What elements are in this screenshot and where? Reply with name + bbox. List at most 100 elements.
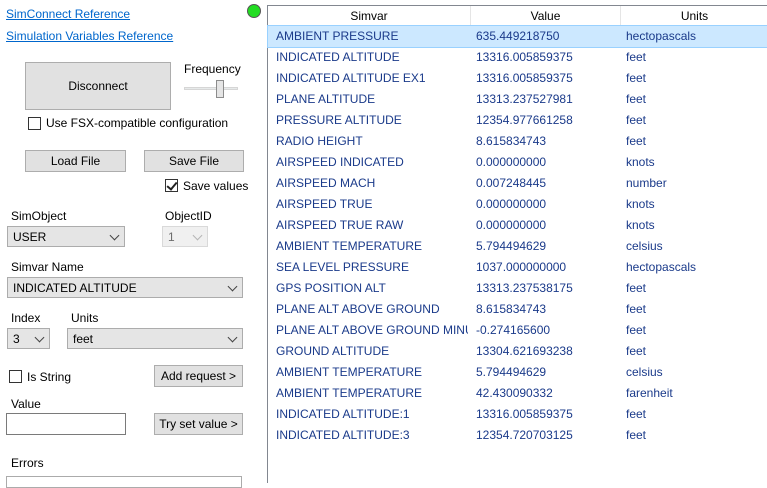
cell-units: feet <box>626 71 647 85</box>
cell-value: 5.794494629 <box>476 365 547 379</box>
index-label: Index <box>11 311 41 325</box>
save-values-checkbox[interactable] <box>165 179 178 192</box>
column-header-simvar[interactable]: Simvar <box>268 6 471 26</box>
errors-label: Errors <box>11 456 44 470</box>
table-row[interactable]: RADIO HEIGHT 8.615834743 feet <box>268 131 767 152</box>
table-row[interactable]: INDICATED ALTITUDE 13316.005859375 feet <box>268 47 767 68</box>
cell-simvar: AIRSPEED INDICATED <box>276 155 404 169</box>
table-row[interactable]: AMBIENT PRESSURE 635.449218750 hectopascal… <box>267 25 767 48</box>
table-row[interactable]: PRESSURE ALTITUDE 12354.977661258 feet <box>268 110 767 131</box>
chevron-down-icon <box>192 230 203 240</box>
table-row[interactable]: INDICATED ALTITUDE:3 12354.720703125 feet <box>268 425 767 446</box>
table-row[interactable]: INDICATED ALTITUDE:1 13316.005859375 feet <box>268 404 767 425</box>
chevron-down-icon <box>227 281 238 291</box>
frequency-slider-thumb[interactable] <box>216 80 224 98</box>
fsx-config-checkbox[interactable] <box>28 117 41 130</box>
units-select[interactable]: feet <box>67 328 243 349</box>
cell-value: 13313.237538175 <box>476 281 573 295</box>
column-header-value[interactable]: Value <box>471 6 621 26</box>
cell-simvar: PRESSURE ALTITUDE <box>276 113 402 127</box>
table-row[interactable]: PLANE ALT ABOVE GROUND 8.615834743 feet <box>268 299 767 320</box>
column-header-units[interactable]: Units <box>621 6 767 26</box>
cell-units: feet <box>626 134 647 148</box>
cell-simvar: GPS POSITION ALT <box>276 281 386 295</box>
table-row[interactable]: AMBIENT TEMPERATURE 42.430090332 farenheit <box>268 383 767 404</box>
cell-units: feet <box>626 50 647 64</box>
simobject-label: SimObject <box>11 209 67 223</box>
frequency-label: Frequency <box>184 62 241 76</box>
try-set-value-button[interactable]: Try set value > <box>154 413 243 435</box>
cell-units: feet <box>626 428 647 442</box>
index-value: 3 <box>13 331 20 346</box>
cell-simvar: PLANE ALTITUDE <box>276 92 376 106</box>
cell-value: 0.000000000 <box>476 155 547 169</box>
index-select[interactable]: 3 <box>7 328 50 349</box>
cell-simvar: AIRSPEED MACH <box>276 176 376 190</box>
cell-units: feet <box>626 407 647 421</box>
table-row[interactable]: GROUND ALTITUDE 13304.621693238 feet <box>268 341 767 362</box>
simvar-grid[interactable]: Simvar Value Units AMBIENT PRESSURE 635.4… <box>267 5 767 483</box>
simobject-select[interactable]: USER <box>7 226 125 247</box>
cell-value: 13316.005859375 <box>476 71 573 85</box>
cell-units: feet <box>626 302 647 316</box>
table-row[interactable]: PLANE ALTITUDE 13313.237527981 feet <box>268 89 767 110</box>
fsx-config-label: Use FSX-compatible configuration <box>46 116 229 130</box>
cell-value: 12354.720703125 <box>476 428 573 442</box>
chevron-down-icon <box>227 332 238 342</box>
cell-simvar: RADIO HEIGHT <box>276 134 363 148</box>
table-row[interactable]: GPS POSITION ALT 13313.237538175 feet <box>268 278 767 299</box>
cell-value: 8.615834743 <box>476 302 547 316</box>
cell-value: 13316.005859375 <box>476 407 573 421</box>
table-row[interactable]: INDICATED ALTITUDE EX1 13316.005859375 fee… <box>268 68 767 89</box>
cell-value: 0.000000000 <box>476 218 547 232</box>
units-label: Units <box>71 311 99 325</box>
simvar-name-value: INDICATED ALTITUDE <box>13 280 137 295</box>
table-row[interactable]: AIRSPEED TRUE 0.000000000 knots <box>268 194 767 215</box>
table-row[interactable]: PLANE ALT ABOVE GROUND MINUS -0.274165600… <box>268 320 767 341</box>
cell-simvar: PLANE ALT ABOVE GROUND MINUS <box>276 323 468 337</box>
cell-units: hectopascals <box>626 29 697 43</box>
table-row[interactable]: AMBIENT TEMPERATURE 5.794494629 celsius <box>268 236 767 257</box>
cell-simvar: AMBIENT TEMPERATURE <box>276 365 423 379</box>
is-string-checkbox[interactable] <box>9 370 22 383</box>
cell-value: 635.449218750 <box>476 29 560 43</box>
cell-value: 8.615834743 <box>476 134 547 148</box>
table-row[interactable]: AIRSPEED MACH 0.007248445 number <box>268 173 767 194</box>
load-file-button[interactable]: Load File <box>25 150 126 172</box>
cell-value: 0.000000000 <box>476 197 547 211</box>
save-file-button[interactable]: Save File <box>144 150 244 172</box>
cell-simvar: INDICATED ALTITUDE <box>276 50 400 64</box>
cell-simvar: AMBIENT PRESSURE <box>276 29 399 43</box>
chevron-down-icon <box>34 332 45 342</box>
simobject-value: USER <box>13 229 47 244</box>
cell-value: 42.430090332 <box>476 386 553 400</box>
cell-units: celsius <box>626 239 663 253</box>
table-row[interactable]: SEA LEVEL PRESSURE 1037.000000000 hectopas… <box>268 257 767 278</box>
frequency-slider[interactable] <box>184 80 238 98</box>
cell-simvar: AIRSPEED TRUE <box>276 197 373 211</box>
cell-simvar: AMBIENT TEMPERATURE <box>276 386 423 400</box>
cell-simvar: PLANE ALT ABOVE GROUND <box>276 302 440 316</box>
value-input[interactable] <box>6 413 126 435</box>
cell-units: knots <box>626 155 655 169</box>
table-row[interactable]: AIRSPEED INDICATED 0.000000000 knots <box>268 152 767 173</box>
cell-units: knots <box>626 218 655 232</box>
cell-value: 13304.621693238 <box>476 344 573 358</box>
cell-units: feet <box>626 92 647 106</box>
table-row[interactable]: AMBIENT TEMPERATURE 5.794494629 celsius <box>268 362 767 383</box>
cell-simvar: INDICATED ALTITUDE:3 <box>276 428 410 442</box>
simconnect-reference-link[interactable]: SimConnect Reference <box>6 7 130 21</box>
simulation-variables-reference-link[interactable]: Simulation Variables Reference <box>6 29 173 43</box>
cell-simvar: INDICATED ALTITUDE EX1 <box>276 71 426 85</box>
checkmark-icon <box>166 179 178 191</box>
simvar-name-select[interactable]: INDICATED ALTITUDE <box>7 277 243 298</box>
add-request-button[interactable]: Add request > <box>154 365 243 387</box>
value-label: Value <box>11 397 41 411</box>
table-row[interactable]: AIRSPEED TRUE RAW 0.000000000 knots <box>268 215 767 236</box>
cell-units: feet <box>626 323 647 337</box>
units-value: feet <box>73 331 94 346</box>
cell-value: 0.007248445 <box>476 176 547 190</box>
cell-simvar: SEA LEVEL PRESSURE <box>276 260 409 274</box>
cell-units: celsius <box>626 365 663 379</box>
disconnect-button[interactable]: Disconnect <box>25 62 171 110</box>
